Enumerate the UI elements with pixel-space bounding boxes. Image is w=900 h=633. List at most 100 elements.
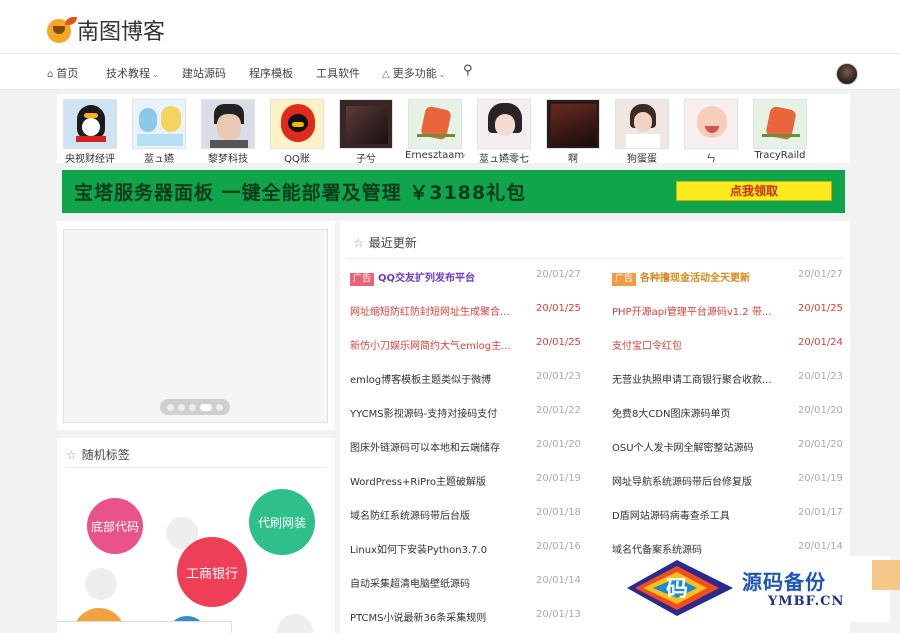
logo-icon bbox=[47, 17, 79, 43]
friend-item[interactable]: 啊 bbox=[543, 99, 603, 165]
friend-avatar bbox=[684, 99, 738, 149]
side-float[interactable] bbox=[872, 560, 900, 590]
ad-badge: 广告 bbox=[612, 273, 637, 286]
news-item-title[interactable]: 自动采集超清电脑壁纸源码 bbox=[350, 575, 470, 590]
friend-avatar bbox=[339, 99, 393, 149]
divider bbox=[346, 258, 844, 259]
friend-item[interactable]: 狗蛋蛋 bbox=[612, 99, 672, 165]
nav-tutorials[interactable]: 技术教程 ⌄ bbox=[106, 65, 159, 81]
nav-templates[interactable]: 程序模板 bbox=[249, 65, 293, 81]
friend-item[interactable]: 央视财经评 bbox=[60, 99, 120, 165]
news-item-title[interactable]: emlog博客模板主题类似于微博 bbox=[350, 371, 491, 386]
image-slider[interactable] bbox=[63, 229, 328, 423]
home-icon: ⌂ bbox=[47, 69, 54, 80]
news-item-title[interactable]: D盾网站源码病毒查杀工具 bbox=[612, 507, 730, 522]
tag-bubble-blank bbox=[85, 568, 117, 600]
news-item-title[interactable]: 网址缩短防红防封短网址生成聚合... bbox=[350, 303, 510, 318]
tag-bubble[interactable]: 工商银行 bbox=[177, 537, 247, 607]
news-item-title[interactable]: OSU个人发卡网全解密整站源码 bbox=[612, 439, 754, 454]
friend-item[interactable]: 莁ュ嬿零七 bbox=[474, 99, 534, 165]
friend-item[interactable]: 莁ュ嬿 bbox=[129, 99, 189, 165]
nav-tools[interactable]: 工具软件 bbox=[316, 65, 360, 81]
friend-item[interactable]: QQ账 bbox=[267, 99, 327, 165]
promo-banner[interactable]: 宝塔服务器面板 一键全能部署及管理 ￥3188礼包 点我领取 bbox=[62, 170, 845, 213]
tag-bubble[interactable]: 底部代码 bbox=[87, 498, 143, 554]
news-item-date: 20/01/14 bbox=[536, 575, 581, 586]
news-item-title[interactable]: 网址导航系统源码带后台修复版 bbox=[612, 473, 752, 488]
star-icon: ☆ bbox=[353, 236, 364, 250]
slider-dot[interactable] bbox=[167, 403, 174, 411]
news-item-date: 20/01/25 bbox=[798, 303, 843, 314]
chevron-down-icon: ⌄ bbox=[152, 70, 159, 79]
friend-avatar bbox=[546, 99, 600, 149]
slider-card bbox=[57, 221, 335, 430]
news-item-title[interactable]: WordPress+RiPro主题破解版 bbox=[350, 473, 486, 488]
main-nav: ⌂ 首页 技术教程 ⌄ 建站源码 程序模板 工具软件 △ 更多功能 ⌄ ⚲ bbox=[0, 54, 900, 90]
watermark: 码 源码备份 YMBF.CN bbox=[618, 556, 890, 622]
chevron-down-icon: ⌄ bbox=[438, 70, 446, 79]
news-item-title[interactable]: PTCMS小说最新36条采集规则 bbox=[350, 609, 486, 624]
friend-avatar bbox=[63, 99, 117, 149]
news-item-title[interactable]: 图床外链源码可以本地和云端储存 bbox=[350, 439, 500, 454]
friend-item[interactable]: TracyRaild bbox=[750, 99, 810, 161]
friend-links: 央视财经评 莁ュ嬿 黎梦科技 QQ账 子兮 Ernesztaam 莁ュ嬿零七 啊… bbox=[57, 94, 850, 165]
friend-avatar bbox=[270, 99, 324, 149]
nav-more[interactable]: △ 更多功能 ⌄ bbox=[382, 65, 445, 81]
svg-text:码: 码 bbox=[666, 577, 688, 602]
tag-bubble-blank bbox=[277, 614, 313, 633]
news-item-date: 20/01/19 bbox=[536, 473, 581, 484]
friend-item[interactable]: 子兮 bbox=[336, 99, 396, 165]
friend-avatar bbox=[477, 99, 531, 149]
news-item-date: 20/01/27 bbox=[798, 269, 843, 280]
slider-dot-active[interactable] bbox=[200, 403, 212, 411]
friend-avatar bbox=[615, 99, 669, 149]
slider-dot[interactable] bbox=[178, 403, 185, 411]
tags-card-title: ☆ 随机标签 bbox=[66, 448, 130, 462]
news-card-title: ☆ 最近更新 bbox=[353, 236, 417, 250]
friend-avatar bbox=[132, 99, 186, 149]
friend-avatar bbox=[753, 99, 807, 149]
news-item-title[interactable]: 域名代备案系统源码 bbox=[612, 541, 702, 556]
banner-text: 宝塔服务器面板 一键全能部署及管理 ￥3188礼包 bbox=[74, 182, 527, 204]
news-item-title[interactable]: 支付宝口令红包 bbox=[612, 337, 682, 352]
star-icon: ☆ bbox=[66, 448, 77, 462]
slider-dots bbox=[160, 399, 230, 415]
news-item-title[interactable]: 新仿小刀娱乐网简约大气emlog主... bbox=[350, 337, 511, 352]
friend-item[interactable]: 黎梦科技 bbox=[198, 99, 258, 165]
nav-home[interactable]: ⌂ 首页 bbox=[47, 65, 78, 81]
news-item-title[interactable]: 无营业执照申请工商银行聚合收款... bbox=[612, 371, 772, 386]
news-item-date: 20/01/19 bbox=[798, 473, 843, 484]
news-item-date: 20/01/22 bbox=[536, 405, 581, 416]
friend-avatar bbox=[408, 99, 462, 149]
friend-item[interactable]: ㄣ bbox=[681, 99, 741, 165]
nav-source-code[interactable]: 建站源码 bbox=[182, 65, 226, 81]
slider-dot[interactable] bbox=[189, 403, 196, 411]
news-item-date: 20/01/13 bbox=[536, 609, 581, 620]
news-item-date: 20/01/20 bbox=[798, 439, 843, 450]
site-logo[interactable]: 南图博客 bbox=[47, 14, 165, 46]
search-icon[interactable]: ⚲ bbox=[463, 63, 473, 78]
divider bbox=[65, 467, 327, 468]
news-item-title[interactable]: 广告 各种撸现金活动全天更新 bbox=[612, 269, 750, 286]
ad-badge: 广告 bbox=[350, 273, 375, 286]
news-item-title[interactable]: YYCMS影视源码-支持对接码支付 bbox=[350, 405, 497, 420]
friend-item[interactable]: Ernesztaamomo bbox=[405, 99, 465, 161]
flask-icon: △ bbox=[382, 69, 390, 80]
news-item-date: 20/01/20 bbox=[536, 439, 581, 450]
news-item-title[interactable]: 免费8大CDN图床源码单页 bbox=[612, 405, 731, 420]
ymbf-logo-icon: 码 bbox=[627, 560, 733, 616]
tag-bubble[interactable]: 代刷网装 bbox=[249, 489, 315, 555]
site-header: 南图博客 bbox=[0, 0, 900, 54]
news-item-title[interactable]: 域名防红系统源码带后台版 bbox=[350, 507, 470, 522]
random-tags-card: ☆ 随机标签 底部代码 代刷网装 工商银行 bbox=[57, 438, 335, 633]
slider-dot[interactable] bbox=[216, 403, 223, 411]
news-item-title[interactable]: Linux如何下安装Python3.7.0 bbox=[350, 541, 487, 556]
news-item-title[interactable]: PHP开源api管理平台源码v1.2 带... bbox=[612, 303, 771, 318]
claim-button[interactable]: 点我领取 bbox=[676, 181, 832, 201]
news-item-date: 20/01/14 bbox=[798, 541, 843, 552]
news-item-date: 20/01/16 bbox=[536, 541, 581, 552]
news-item-date: 20/01/20 bbox=[798, 405, 843, 416]
news-item-date: 20/01/24 bbox=[798, 337, 843, 348]
news-item-title[interactable]: 广告 QQ交友扩列发布平台 bbox=[350, 269, 475, 286]
user-avatar[interactable] bbox=[836, 63, 858, 85]
